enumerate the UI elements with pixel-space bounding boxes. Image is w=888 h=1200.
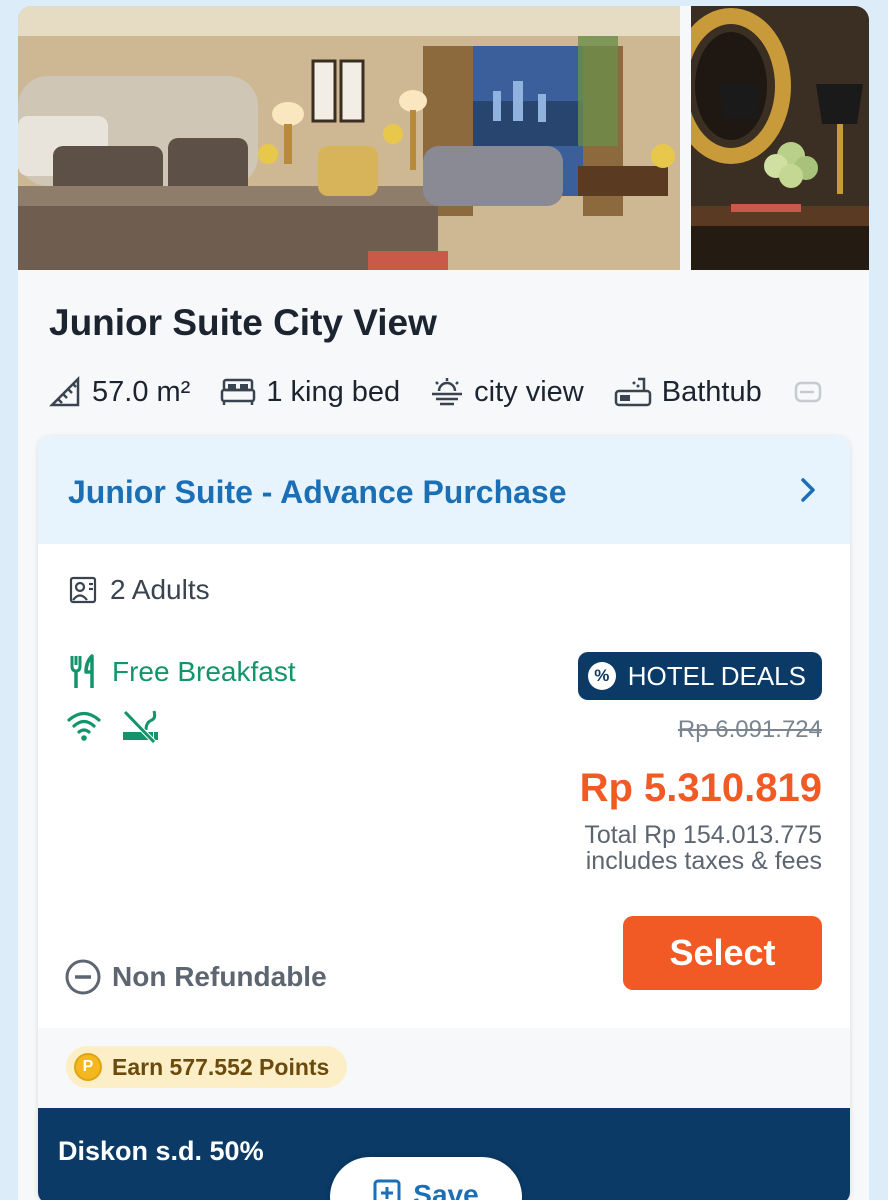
amenity-more [792, 377, 836, 407]
room-photo-secondary[interactable] [691, 6, 869, 270]
amenity-bathtub: Bathtub [614, 375, 762, 409]
save-add-icon [373, 1179, 401, 1200]
chevron-right-icon[interactable] [798, 476, 818, 504]
facility-icons [66, 708, 160, 746]
amenity-view-label: city view [474, 375, 584, 408]
city-view-icon [432, 378, 463, 406]
hotel-deals-badge: % HOTEL DEALS [577, 652, 822, 700]
non-refundable-icon [65, 959, 101, 995]
bathtub-icon [614, 377, 651, 407]
amenity-size: 57.0 m² [48, 375, 190, 409]
no-smoking-icon [123, 710, 158, 744]
occupancy-info: 2 Adults [68, 574, 210, 606]
more-amenity-icon [794, 381, 821, 403]
breakfast-label: Free Breakfast [112, 656, 296, 687]
room-card: Junior Suite City View 57.0 m² 1 king be… [18, 6, 869, 1200]
promo-text: Diskon s.d. 50% [58, 1136, 264, 1166]
discount-percent-icon: % [587, 662, 616, 690]
total-price-amount: Total Rp 154.013.775 [584, 821, 822, 849]
amenity-bathtub-label: Bathtub [661, 375, 762, 408]
save-button-label[interactable]: Save [413, 1179, 478, 1200]
save-button[interactable]: Save [330, 1157, 522, 1200]
points-coin-icon: P [74, 1053, 102, 1081]
rate-plan-header[interactable]: Junior Suite - Advance Purchase [38, 436, 850, 544]
amenity-bed: 1 king bed [220, 376, 400, 409]
total-price: Total Rp 154.013.775 includes taxes & fe… [584, 822, 822, 874]
room-photo-desk [691, 6, 869, 270]
earn-points-badge: P Earn 577.552 Points [66, 1046, 348, 1088]
rate-plan-name[interactable]: Junior Suite - Advance Purchase [68, 474, 567, 511]
breakfast-info: Free Breakfast [68, 654, 296, 690]
points-section: P Earn 577.552 Points [38, 1028, 850, 1108]
refund-policy-label: Non Refundable [112, 961, 327, 992]
room-photo-main[interactable] [18, 6, 680, 270]
original-price: Rp 6.091.724 [677, 716, 822, 743]
earn-points-label: Earn 577.552 Points [112, 1053, 330, 1080]
total-price-note: includes taxes & fees [585, 847, 822, 875]
bed-icon [221, 378, 256, 405]
room-photo-gallery[interactable] [18, 6, 869, 270]
hotel-deals-label: HOTEL DEALS [627, 660, 806, 691]
room-amenities: 57.0 m² 1 king bed city view Bathtub [48, 368, 869, 416]
wifi-icon [67, 711, 101, 741]
select-button[interactable]: Select [623, 916, 822, 990]
amenity-size-label: 57.0 m² [92, 375, 191, 408]
room-title: Junior Suite City View [49, 302, 437, 343]
rate-plan-card[interactable]: Junior Suite - Advance Purchase 2 Adults [38, 436, 850, 1200]
refund-policy: Non Refundable [64, 958, 327, 996]
amenity-view: city view [430, 376, 584, 409]
room-photo-bedroom [18, 6, 680, 270]
occupancy-label: 2 Adults [110, 574, 210, 605]
room-size-icon [48, 375, 80, 407]
discounted-price: Rp 5.310.819 [579, 766, 822, 810]
amenity-bed-label: 1 king bed [266, 375, 401, 408]
breakfast-icon [70, 654, 94, 688]
guests-icon [69, 576, 97, 604]
